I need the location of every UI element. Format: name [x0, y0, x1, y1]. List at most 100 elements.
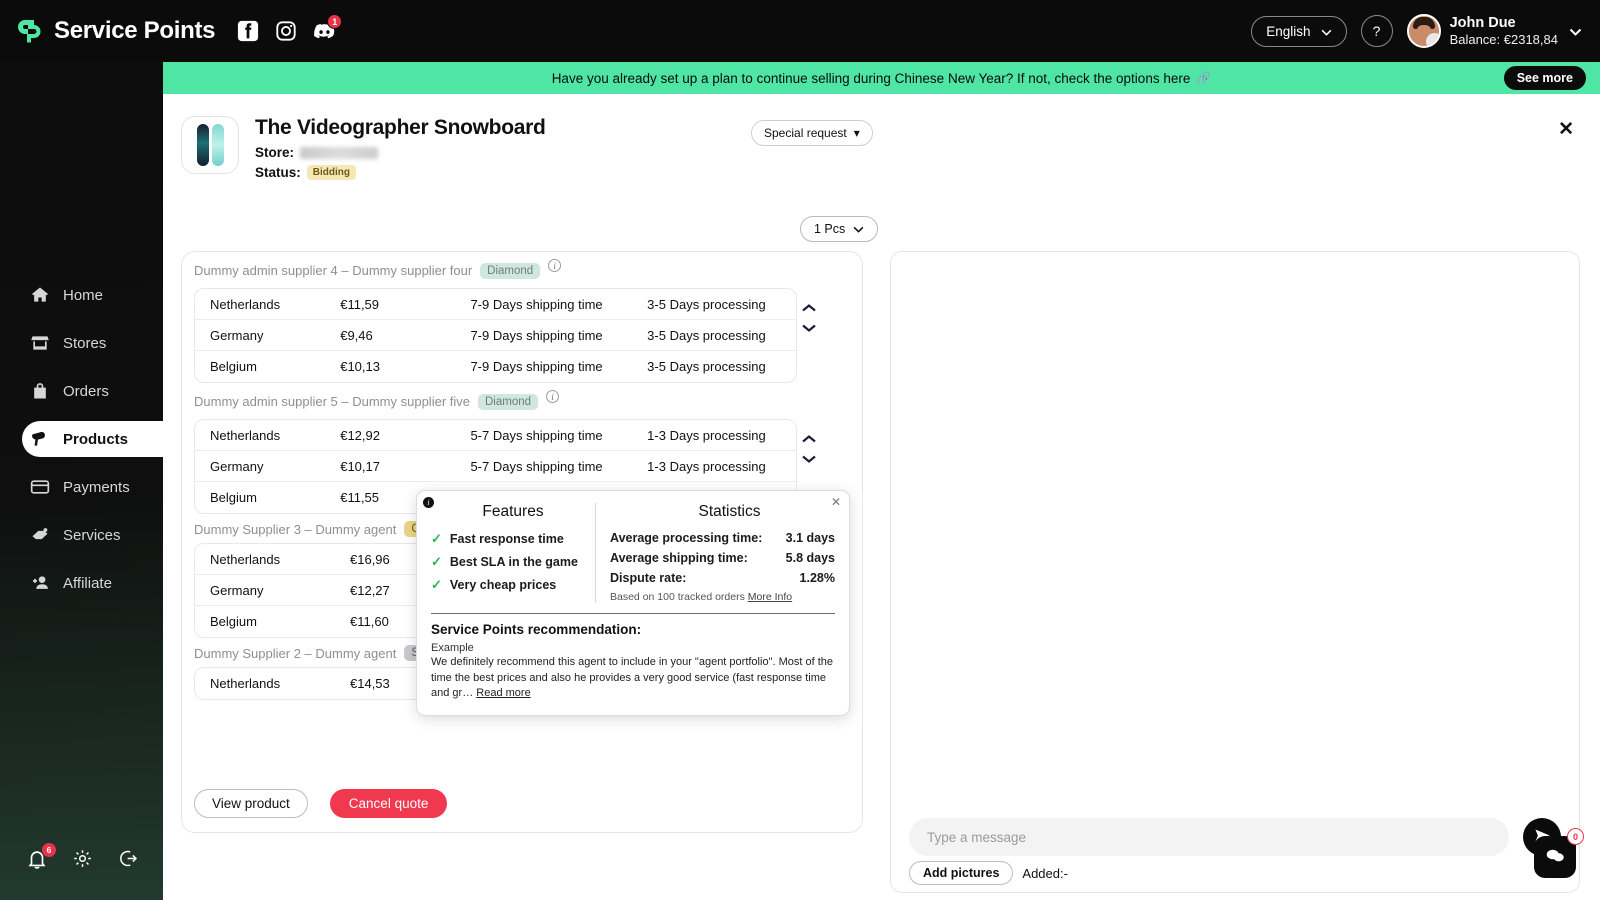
- statistic-label: Average processing time:: [610, 531, 763, 545]
- promo-banner: Have you already set up a plan to contin…: [163, 62, 1600, 94]
- main-content: ✕ The Videographer Snowboard Store: Stat…: [163, 94, 1600, 900]
- language-label: English: [1266, 23, 1311, 39]
- sidebar-item-home[interactable]: Home: [22, 277, 163, 313]
- supplier-header: Dummy admin supplier 4 – Dummy supplier …: [190, 252, 854, 288]
- quantity-dropdown[interactable]: 1 Pcs: [800, 216, 879, 242]
- help-button[interactable]: ?: [1360, 15, 1393, 47]
- table-row[interactable]: Netherlands €11,59 7-9 Days shipping tim…: [195, 289, 796, 320]
- sidebar-item-payments[interactable]: Payments: [22, 469, 163, 505]
- check-icon: ✓: [431, 577, 442, 592]
- user-name: John Due: [1449, 14, 1516, 31]
- sidebar-item-affiliate[interactable]: Affiliate: [22, 565, 163, 601]
- statistics-note: Based on 100 tracked orders More Info: [610, 591, 849, 603]
- cancel-quote-button[interactable]: Cancel quote: [329, 789, 448, 818]
- sidebar-item-orders[interactable]: Orders: [22, 373, 163, 409]
- statistics-note-text: Based on 100 tracked orders: [610, 591, 745, 603]
- table-row[interactable]: Germany €9,46 7-9 Days shipping time 3-5…: [195, 320, 796, 351]
- offer-processing: 3-5 Days processing: [647, 327, 766, 343]
- sidebar-bottom-actions: 6: [26, 843, 140, 870]
- chevron-up-icon[interactable]: [802, 299, 816, 317]
- check-icon: ✓: [431, 531, 442, 546]
- info-icon[interactable]: i: [546, 390, 560, 403]
- chevron-down-icon[interactable]: [802, 450, 816, 468]
- sidebar-item-label: Stores: [63, 334, 107, 352]
- close-icon[interactable]: ✕: [1558, 120, 1574, 139]
- chat-input[interactable]: [909, 818, 1509, 856]
- offer-processing: 3-5 Days processing: [647, 359, 766, 374]
- social-links: 1: [237, 14, 343, 42]
- chevron-down-icon[interactable]: [802, 319, 816, 337]
- status-badge: Bidding: [306, 165, 356, 180]
- view-product-button[interactable]: View product: [194, 789, 308, 818]
- chevron-down-icon: [1321, 24, 1332, 39]
- offer-shipping: 5-7 Days shipping time: [470, 458, 603, 474]
- offer-shipping: 7-9 Days shipping time: [470, 359, 603, 374]
- features-column: Features ✓ Fast response time ✓ Best SLA…: [417, 503, 595, 603]
- service-points-logo: [14, 16, 44, 46]
- table-row[interactable]: Netherlands €12,92 5-7 Days shipping tim…: [195, 420, 796, 451]
- settings-button[interactable]: [72, 848, 94, 870]
- chevron-down-icon: [1569, 23, 1582, 40]
- statistic-value: 1.28%: [799, 571, 835, 585]
- promo-banner-text: Have you already set up a plan to contin…: [551, 70, 1191, 86]
- logout-button[interactable]: [118, 848, 140, 870]
- sidebar-item-services[interactable]: Services: [22, 517, 163, 553]
- see-more-button[interactable]: See more: [1503, 66, 1586, 90]
- notifications-button[interactable]: 6: [26, 843, 56, 870]
- close-icon[interactable]: ✕: [831, 495, 841, 509]
- product-icon: [30, 429, 50, 449]
- chat-input-wrap: [909, 818, 1563, 856]
- feature-item: ✓ Very cheap prices: [431, 577, 595, 593]
- statistics-title: Statistics: [698, 503, 761, 520]
- add-pictures-button[interactable]: Add pictures: [909, 861, 1014, 885]
- sidebar-item-stores[interactable]: Stores: [22, 325, 163, 361]
- sidebar-item-label: Affiliate: [63, 574, 112, 592]
- offer-country: Netherlands: [210, 296, 281, 312]
- chat-panel: Add pictures Added:-: [890, 251, 1580, 893]
- page-title: The Videographer Snowboard: [255, 116, 546, 139]
- offer-processing: 1-3 Days processing: [647, 427, 766, 443]
- brand[interactable]: Service Points: [14, 16, 216, 46]
- read-more-link[interactable]: Read more: [476, 687, 530, 699]
- statistic-value: 3.1 days: [785, 531, 835, 545]
- info-icon[interactable]: i: [548, 259, 562, 272]
- handshake-icon: [30, 525, 50, 545]
- offer-country: Netherlands: [210, 427, 281, 443]
- group-scroll-arrows[interactable]: [802, 299, 816, 337]
- statistic-value: 5.8 days: [785, 551, 835, 565]
- offer-price: €12,92: [340, 427, 380, 443]
- recommendation-title: Service Points recommendation:: [431, 622, 642, 637]
- chevron-down-icon: [853, 222, 864, 236]
- group-scroll-arrows[interactable]: [802, 430, 816, 468]
- store-label: Store:: [255, 145, 295, 160]
- discord-icon[interactable]: 1: [313, 14, 343, 42]
- store-icon: [30, 333, 50, 353]
- chevron-down-icon: ▾: [853, 126, 860, 140]
- facebook-icon[interactable]: [237, 20, 259, 42]
- offer-rows: Netherlands €11,59 7-9 Days shipping tim…: [194, 288, 797, 383]
- sidebar: Home Stores Orders Products Payments Ser…: [0, 0, 173, 900]
- supplier-group: Dummy admin supplier 4 – Dummy supplier …: [182, 252, 862, 383]
- sidebar-item-products[interactable]: Products: [22, 421, 173, 457]
- special-request-dropdown[interactable]: Special request ▾: [751, 120, 873, 146]
- more-info-link[interactable]: More Info: [748, 591, 792, 603]
- top-header: Service Points 1 English ? John Due Bala…: [0, 0, 1600, 62]
- chevron-up-icon[interactable]: [802, 430, 816, 448]
- feature-label: Best SLA in the game: [449, 555, 578, 569]
- added-files-text: Added:-: [1022, 865, 1068, 881]
- chat-widget-badge: 0: [1567, 828, 1584, 845]
- supplier-tier-badge: Diamond: [477, 393, 539, 410]
- table-row[interactable]: Belgium €10,13 7-9 Days shipping time 3-…: [195, 351, 796, 382]
- chat-widget-button[interactable]: 0: [1534, 828, 1584, 878]
- product-thumbnail: [181, 116, 239, 174]
- supplier-info-popover: i ✕ Features ✓ Fast response time ✓ Best…: [416, 490, 850, 716]
- instagram-icon[interactable]: [275, 20, 297, 42]
- user-menu[interactable]: John Due Balance: €2318,84: [1406, 14, 1582, 48]
- add-user-icon: [30, 573, 50, 593]
- header-right: English ? John Due Balance: €2318,84: [1251, 14, 1582, 48]
- language-select[interactable]: English: [1251, 15, 1347, 47]
- table-row[interactable]: Germany €10,17 5-7 Days shipping time 1-…: [195, 451, 796, 482]
- status-row: Status: Bidding: [255, 165, 546, 180]
- sidebar-item-label: Services: [63, 526, 121, 544]
- feature-label: Very cheap prices: [449, 578, 557, 592]
